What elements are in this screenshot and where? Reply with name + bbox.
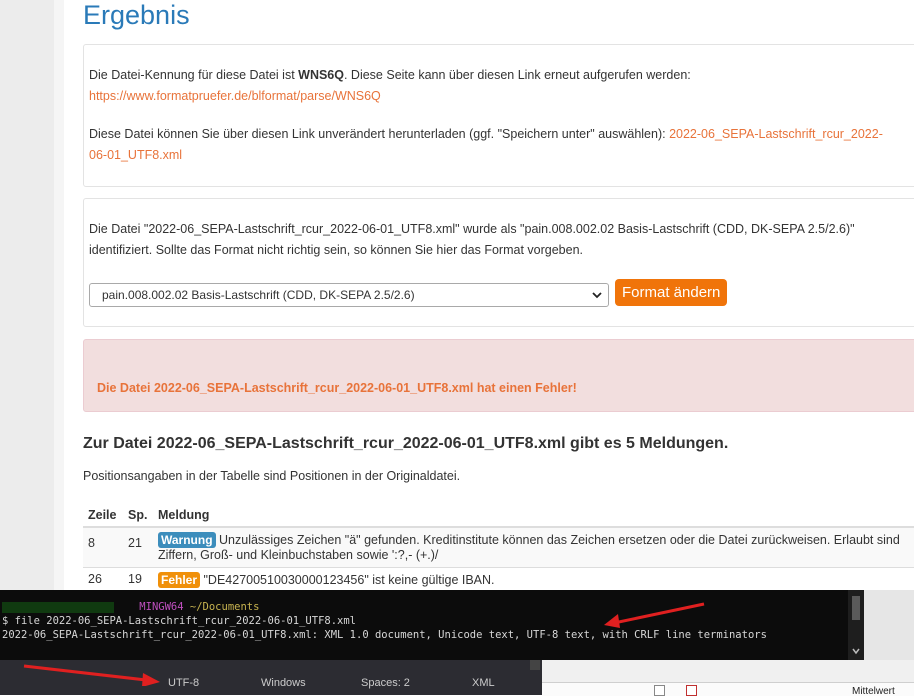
scrollbar-thumb[interactable] <box>852 596 860 620</box>
file-id-text: Die Datei-Kennung für diese Datei ist WN… <box>89 68 691 103</box>
status-encoding[interactable]: UTF-8 <box>168 677 199 689</box>
format-panel: Die Datei "2022-06_SEPA-Lastschrift_rcur… <box>83 198 914 327</box>
status-language[interactable]: XML <box>472 677 495 689</box>
terminal-prompt: MINGW64 ~/Documents <box>2 601 259 613</box>
row-sp: 21 <box>123 526 153 568</box>
row-meldung: Warnung Unzulässiges Zeichen "ä" gefunde… <box>153 526 914 568</box>
sheet-icon[interactable] <box>654 685 665 696</box>
table-row: 8 21 Warnung Unzulässiges Zeichen "ä" ge… <box>83 526 914 568</box>
file-id-link[interactable]: https://www.formatpruefer.de/blformat/pa… <box>89 89 381 103</box>
position-info: Positionsangaben in der Tabelle sind Pos… <box>83 469 461 483</box>
col-meldung: Meldung <box>153 504 914 528</box>
row-meldung: Fehler "DE42700510030000123456" ist kein… <box>153 567 914 592</box>
warning-label: Warnung <box>158 532 216 548</box>
sheet-status-text: Mittelwert <box>852 686 895 697</box>
format-change-button[interactable]: Format ändern <box>615 279 728 306</box>
red-arrow-icon <box>604 602 705 628</box>
error-alert-text: Die Datei 2022-06_SEPA-Lastschrift_rcur_… <box>97 381 577 395</box>
sheet-icon-red[interactable] <box>686 685 697 696</box>
chevron-down-icon <box>592 284 602 314</box>
row-zeile: 26 <box>83 567 123 592</box>
row-sp: 19 <box>123 567 153 592</box>
messages-table: Zeile Sp. Meldung 8 21 Warnung Unzulässi… <box>83 504 914 592</box>
redacted-username <box>2 601 114 613</box>
table-row: 26 19 Fehler "DE42700510030000123456" is… <box>83 567 914 592</box>
statusbar-scroll-thumb <box>530 660 540 670</box>
file-id-value: WNS6Q <box>298 68 344 82</box>
status-eol[interactable]: Windows <box>261 677 306 689</box>
messages-heading: Zur Datei 2022-06_SEPA-Lastschrift_rcur_… <box>83 435 729 452</box>
page-title: Ergebnis <box>83 0 190 30</box>
red-arrow-icon <box>23 664 160 686</box>
status-indent[interactable]: Spaces: 2 <box>361 677 410 689</box>
terminal-scrollbar[interactable] <box>848 590 864 660</box>
terminal-output: 2022-06_SEPA-Lastschrift_rcur_2022-06-01… <box>2 629 767 641</box>
file-id-panel: Die Datei-Kennung für diese Datei ist WN… <box>83 44 914 187</box>
terminal-window[interactable]: MINGW64 ~/Documents $ file 2022-06_SEPA-… <box>0 590 864 660</box>
row-zeile: 8 <box>83 526 123 568</box>
terminal-command: $ file 2022-06_SEPA-Lastschrift_rcur_202… <box>2 615 357 627</box>
background-window-edge <box>864 590 914 660</box>
identified-text: Die Datei "2022-06_SEPA-Lastschrift_rcur… <box>89 222 855 257</box>
col-sp: Sp. <box>123 504 153 528</box>
spreadsheet-edge: Mittelwert <box>542 660 914 697</box>
table-header-row: Zeile Sp. Meldung <box>83 504 914 528</box>
error-alert: Die Datei 2022-06_SEPA-Lastschrift_rcur_… <box>83 339 914 412</box>
error-label: Fehler <box>158 572 201 588</box>
scroll-down-icon[interactable] <box>852 647 860 658</box>
format-select[interactable]: pain.008.002.02 Basis-Lastschrift (CDD, … <box>89 283 609 307</box>
download-text: Diese Datei können Sie über diesen Link … <box>89 127 883 162</box>
col-zeile: Zeile <box>83 504 123 528</box>
